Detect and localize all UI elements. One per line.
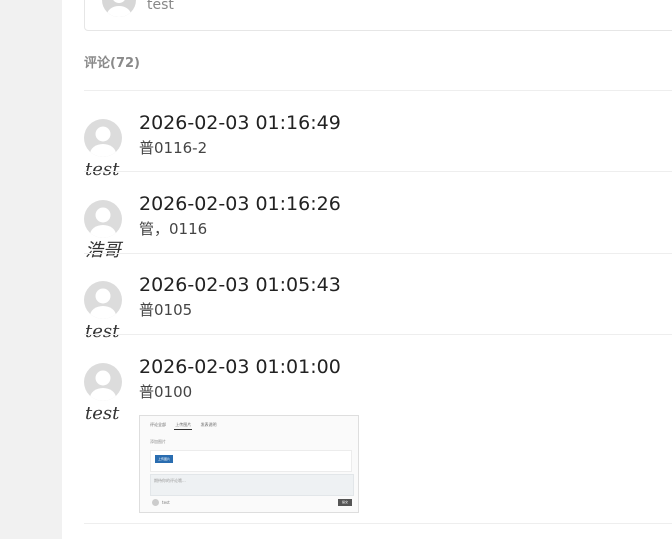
preview-tabs: 评论全部 上传图片 发表说明 (150, 422, 225, 428)
divider (84, 90, 672, 91)
user-icon (90, 126, 116, 157)
avatar (84, 200, 122, 238)
preview-upload-button: 上传图片 (155, 455, 173, 463)
left-gutter (0, 0, 62, 539)
comment-author[interactable]: test (85, 403, 119, 425)
comments-count-title: 评论(72) (84, 56, 140, 71)
comment-text: 普0116-2 (139, 139, 208, 157)
comment-text: 管，0116 (139, 220, 208, 238)
comment-attachment-image[interactable]: 评论全部 上传图片 发表说明 添加图片 上传图片 期待你的评论哦... test… (139, 415, 359, 513)
previous-comment-card: test (84, 0, 672, 31)
comment-text: 普0100 (139, 383, 193, 401)
user-icon (90, 288, 116, 319)
comment-author[interactable]: test (85, 321, 119, 343)
avatar (84, 119, 122, 157)
comment-time: 2026-02-03 01:16:26 (139, 193, 341, 215)
preview-textarea: 期待你的评论哦... (150, 474, 354, 496)
comment-author[interactable]: test (85, 159, 119, 181)
preview-tab: 发表说明 (200, 422, 217, 427)
avatar (84, 363, 122, 401)
comment-text: 普0105 (139, 301, 193, 319)
divider (84, 334, 672, 335)
comment-time: 2026-02-03 01:01:00 (139, 356, 341, 378)
preview-tab: 评论全部 (150, 422, 166, 427)
preview-avatar (152, 499, 159, 506)
comment-time: 2026-02-03 01:05:43 (139, 274, 341, 296)
divider (84, 523, 672, 524)
preview-upload-area: 上传图片 (150, 450, 352, 472)
avatar (102, 0, 136, 17)
author-name: test (147, 0, 174, 13)
user-icon (90, 370, 116, 401)
divider (84, 171, 672, 172)
user-icon (107, 0, 131, 17)
active-tab-indicator (174, 429, 192, 430)
comment-author[interactable]: 浩哥 (85, 240, 121, 262)
preview-submit-button: 提交 (338, 499, 352, 506)
divider (84, 253, 672, 254)
avatar (84, 281, 122, 319)
user-icon (90, 207, 116, 238)
preview-tab: 上传图片 (175, 422, 192, 427)
preview-field-label: 添加图片 (150, 439, 166, 444)
comment-time: 2026-02-03 01:16:49 (139, 112, 341, 134)
preview-user-name: test (162, 500, 170, 505)
